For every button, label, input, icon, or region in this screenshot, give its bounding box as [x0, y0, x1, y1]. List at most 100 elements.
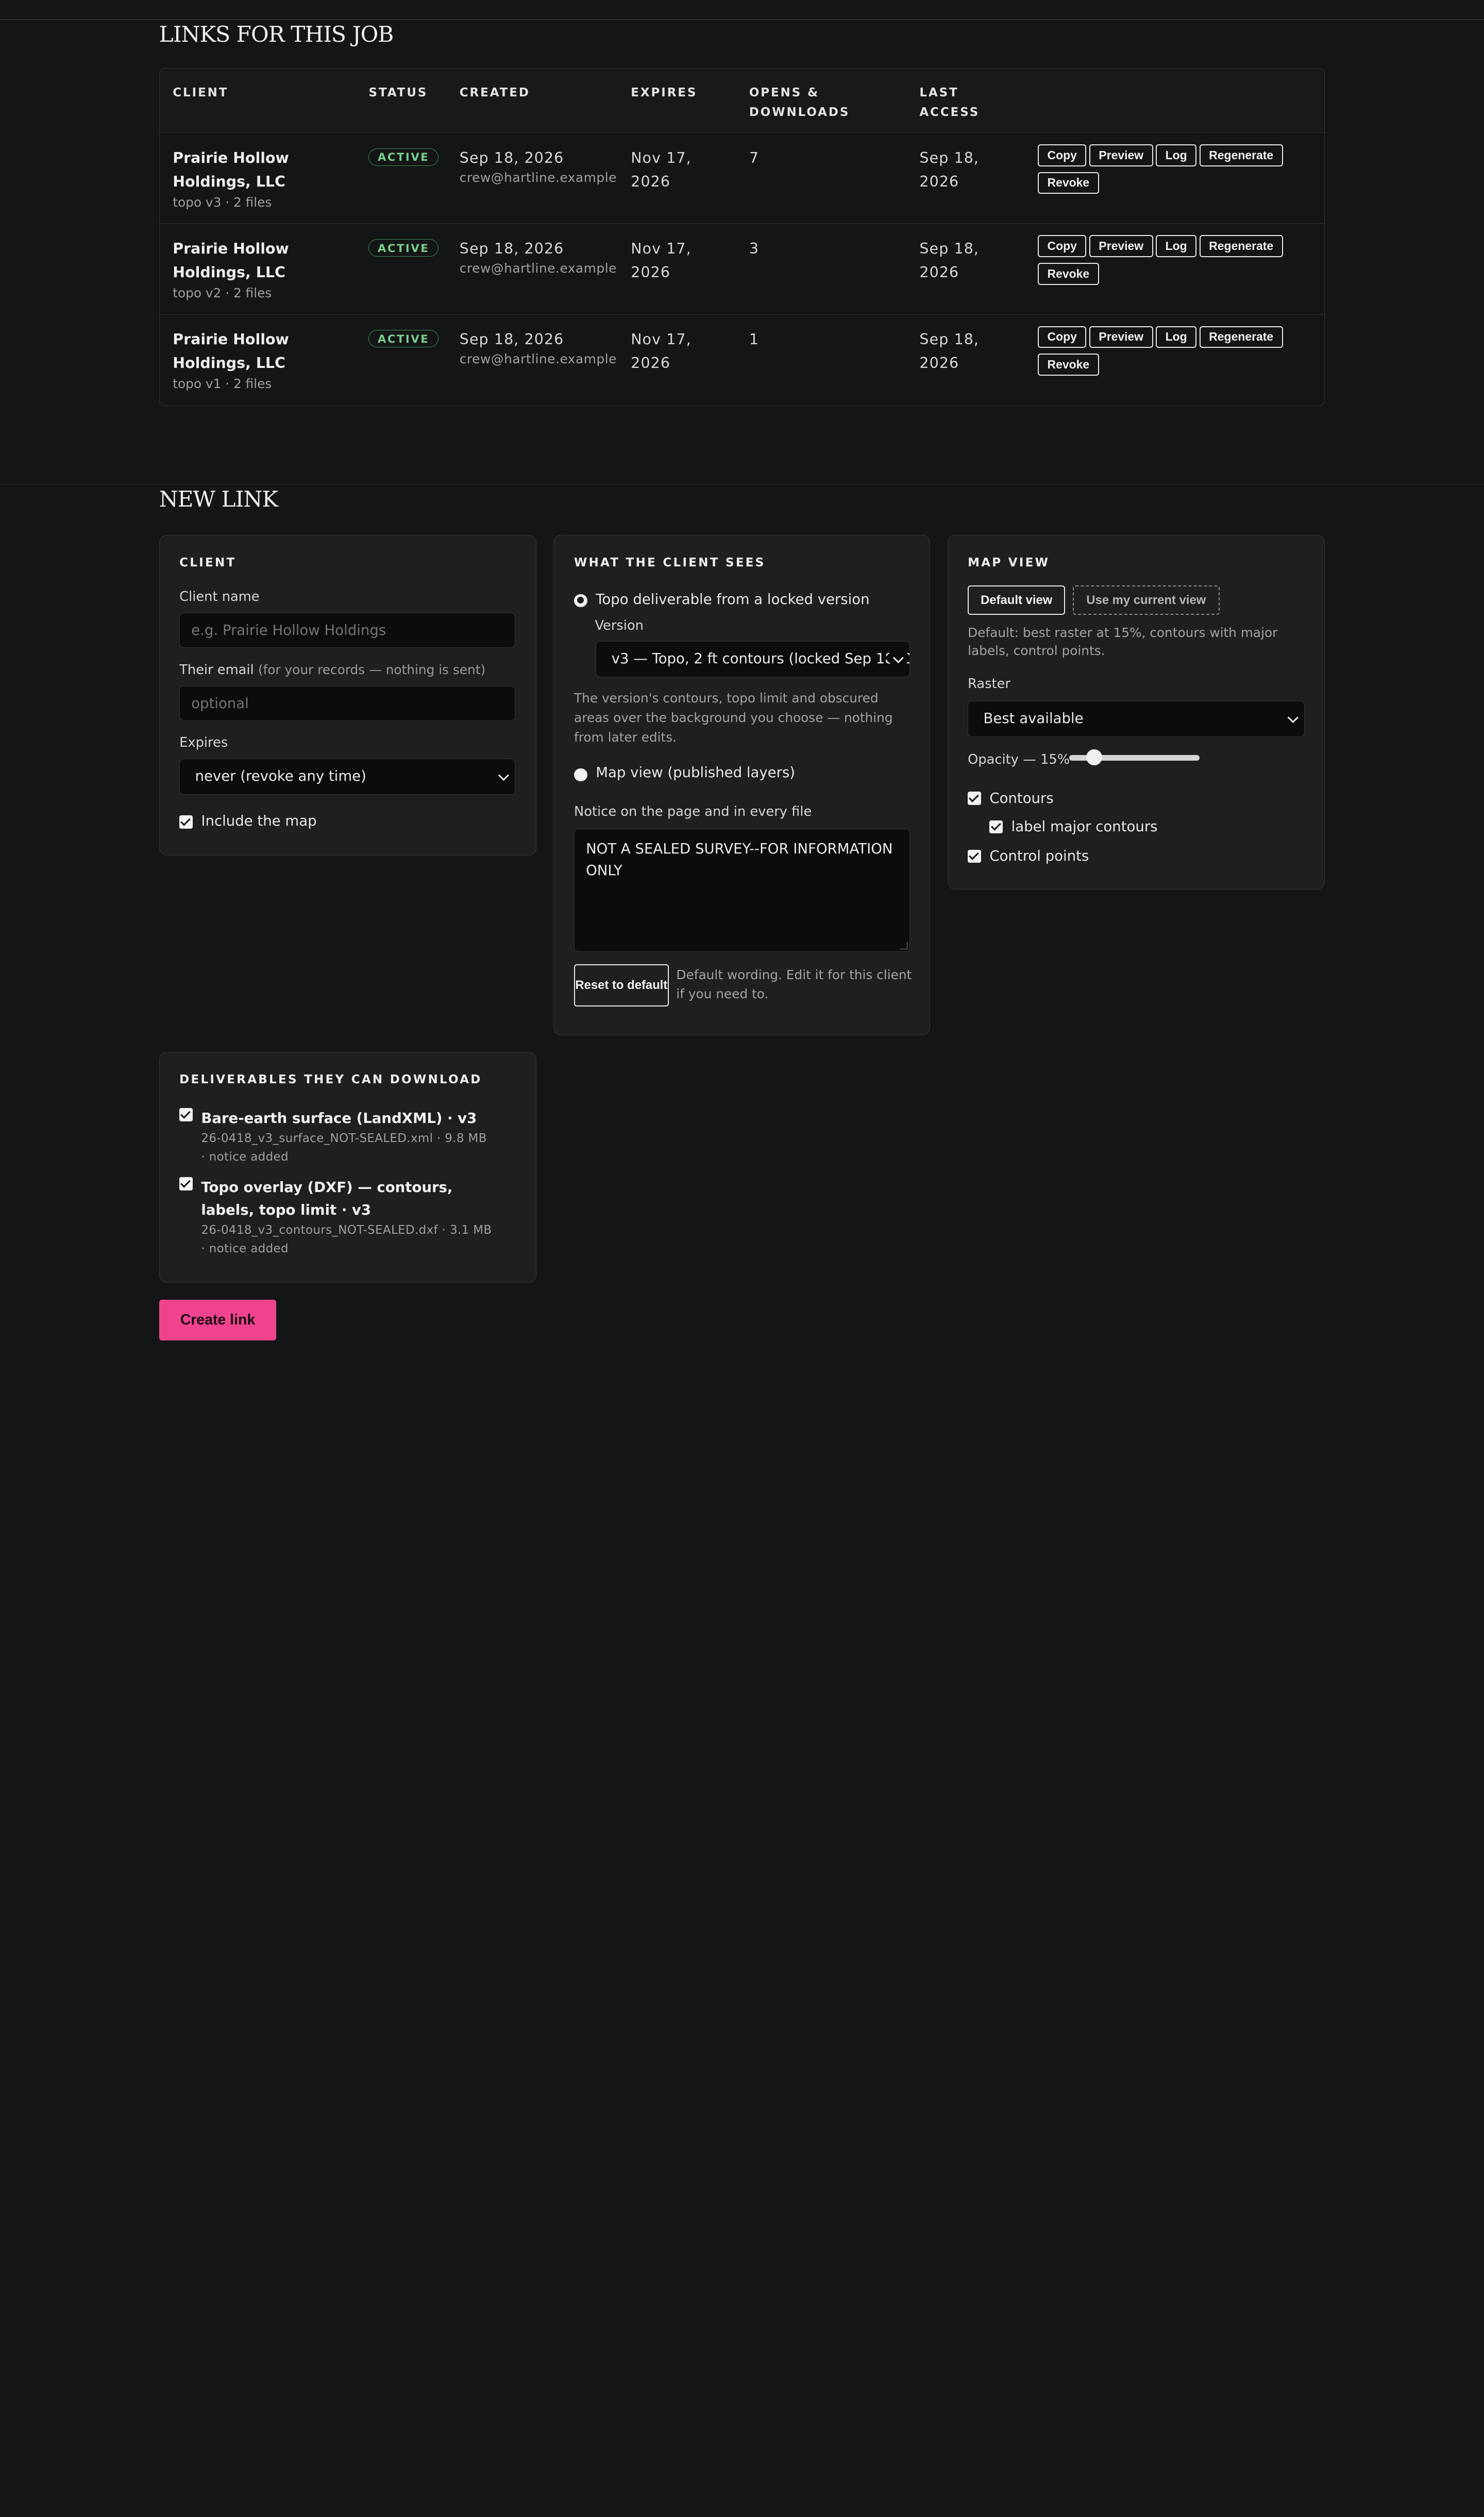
created-cell: Sep 18, 2026 crew@hartline.example: [460, 328, 617, 366]
client-cell: Prairie Hollow Holdings, LLC topo v2 · 2…: [173, 237, 352, 300]
new-link-title: NEW LINK: [159, 486, 278, 512]
contours-label: Contours: [989, 790, 1054, 807]
expires-cell: Nov 17, 2026: [631, 331, 692, 372]
row-actions: Copy Preview Log Regenerate Revoke: [1038, 235, 1312, 290]
client-sub: topo v1 · 2 files: [173, 376, 272, 392]
opacity-slider-thumb[interactable]: [1086, 749, 1103, 766]
raster-select-value: Best available: [983, 710, 1084, 727]
table-row: Prairie Hollow Holdings, LLC topo v1 · 2…: [160, 315, 1325, 406]
preview-button[interactable]: Preview: [1089, 326, 1153, 348]
page: LINKS FOR THIS JOB CLIENT STATUS CREATED…: [0, 0, 1484, 1371]
copy-button[interactable]: Copy: [1038, 144, 1087, 166]
deliverable-sub: 26-0418_v3_contours_NOT-SEALED.dxf · 3.1…: [201, 1223, 492, 1256]
notice-label: Notice on the page and in every file: [574, 804, 812, 820]
status-badge: ACTIVE: [368, 148, 439, 166]
deliverable-checkbox[interactable]: [179, 1177, 193, 1190]
email-input[interactable]: [179, 685, 516, 721]
control-points-label: Control points: [989, 847, 1089, 864]
notice-textarea[interactable]: NOT A SEALED SURVEY--FOR INFORMATION ONL…: [574, 829, 910, 952]
default-view-button[interactable]: Default view: [968, 585, 1066, 615]
chevron-down-icon: [498, 770, 509, 781]
current-view-button[interactable]: Use my current view: [1072, 585, 1220, 615]
map-view-help: Default: best raster at 15%, contours wi…: [968, 625, 1278, 659]
copy-button[interactable]: Copy: [1038, 326, 1087, 348]
email-label: Their email (for your records — nothing …: [179, 662, 485, 678]
client-name-input[interactable]: [179, 613, 516, 648]
col-last-line1: LAST: [919, 86, 959, 99]
client-sees-card: WHAT THE CLIENT SEES Topo deliverable fr…: [553, 534, 931, 1036]
created-by: crew@hartline.example: [459, 170, 617, 185]
revoke-button[interactable]: Revoke: [1038, 354, 1099, 376]
client-sees-title: WHAT THE CLIENT SEES: [574, 556, 766, 570]
last-access-cell: Sep 18, 2026: [919, 149, 980, 190]
map-view-card: MAP VIEW Default view Use my current vie…: [947, 534, 1325, 890]
client-cell: Prairie Hollow Holdings, LLC topo v3 · 2…: [173, 146, 352, 210]
revoke-button[interactable]: Revoke: [1038, 172, 1099, 194]
include-map-checkbox[interactable]: [179, 815, 193, 829]
col-opens: OPENS & DOWNLOADS: [749, 83, 850, 123]
label-major-checkbox[interactable]: [989, 820, 1003, 834]
table-row: Prairie Hollow Holdings, LLC topo v2 · 2…: [159, 224, 1325, 315]
revoke-button[interactable]: Revoke: [1038, 263, 1099, 285]
chevron-down-icon: [1287, 712, 1298, 723]
created-date: Sep 18, 2026: [459, 240, 564, 258]
log-button[interactable]: Log: [1156, 326, 1197, 348]
regenerate-button[interactable]: Regenerate: [1199, 235, 1283, 258]
deliverable-title: Topo overlay (DXF) — contours, labels, t…: [201, 1179, 453, 1219]
opens-cell: 1: [749, 331, 760, 348]
last-access-cell: Sep 18, 2026: [919, 240, 980, 281]
last-access-cell: Sep 18, 2026: [919, 331, 980, 372]
raster-label: Raster: [968, 676, 1010, 692]
status-badge: ACTIVE: [368, 330, 439, 348]
client-name: Prairie Hollow Holdings, LLC: [173, 240, 289, 281]
created-date: Sep 18, 2026: [459, 331, 564, 348]
reset-help: Default wording. Edit it for this client…: [676, 967, 912, 1002]
regenerate-button[interactable]: Regenerate: [1199, 326, 1283, 348]
contours-checkbox[interactable]: [968, 792, 981, 806]
table-header: CLIENT STATUS CREATED EXPIRES OPENS & DO…: [159, 69, 1325, 133]
version-select-value: v3 — Topo, 2 ft contours (locked Sep 18,…: [611, 650, 910, 667]
deliverables-card: DELIVERABLES THEY CAN DOWNLOAD Bare-eart…: [159, 1051, 537, 1283]
notice-text: NOT A SEALED SURVEY--FOR INFORMATION ONL…: [586, 840, 893, 879]
resize-handle-icon[interactable]: [900, 942, 908, 950]
expires-select[interactable]: never (revoke any time): [179, 759, 516, 795]
preview-button[interactable]: Preview: [1089, 144, 1153, 166]
version-label: Version: [595, 617, 644, 633]
client-cell: Prairie Hollow Holdings, LLC topo v1 · 2…: [173, 328, 352, 391]
col-opens-line2: DOWNLOADS: [749, 106, 850, 120]
include-map-label: Include the map: [201, 812, 317, 829]
map-view-option-label: Map view (published layers): [596, 764, 796, 781]
status-badge: ACTIVE: [368, 239, 439, 257]
col-created: CREATED: [459, 86, 530, 99]
created-by: crew@hartline.example: [459, 351, 617, 367]
col-status: STATUS: [368, 86, 428, 99]
raster-select[interactable]: Best available: [968, 701, 1305, 737]
deliverable-checkbox[interactable]: [179, 1108, 193, 1121]
client-name: Prairie Hollow Holdings, LLC: [173, 149, 289, 190]
links-section-title: LINKS FOR THIS JOB: [159, 22, 394, 47]
control-points-checkbox[interactable]: [968, 849, 981, 863]
create-link-button[interactable]: Create link: [159, 1299, 277, 1340]
topo-radio[interactable]: [574, 594, 587, 608]
opens-cell: 3: [749, 240, 760, 258]
opacity-label: Opacity — 15%: [968, 752, 1070, 768]
created-cell: Sep 18, 2026 crew@hartline.example: [460, 146, 617, 185]
client-card-title: CLIENT: [179, 556, 237, 570]
version-help: The version's contours, topo limit and o…: [574, 691, 893, 745]
section-divider: [0, 483, 1484, 485]
reset-default-button[interactable]: Reset to default: [574, 964, 669, 1007]
copy-button[interactable]: Copy: [1038, 235, 1087, 258]
version-select[interactable]: v3 — Topo, 2 ft contours (locked Sep 18,…: [596, 641, 910, 678]
regenerate-button[interactable]: Regenerate: [1199, 144, 1283, 166]
expires-cell: Nov 17, 2026: [631, 240, 692, 281]
preview-button[interactable]: Preview: [1089, 235, 1153, 258]
row-actions: Copy Preview Log Regenerate Revoke: [1038, 326, 1312, 381]
log-button[interactable]: Log: [1156, 144, 1197, 166]
log-button[interactable]: Log: [1156, 235, 1197, 258]
client-name-label: Client name: [179, 589, 260, 605]
top-divider: [0, 19, 1484, 20]
map-view-radio[interactable]: [574, 768, 587, 782]
label-major-label: label major contours: [1011, 818, 1158, 835]
status-cell: ACTIVE: [368, 146, 439, 166]
status-cell: ACTIVE: [368, 237, 439, 257]
